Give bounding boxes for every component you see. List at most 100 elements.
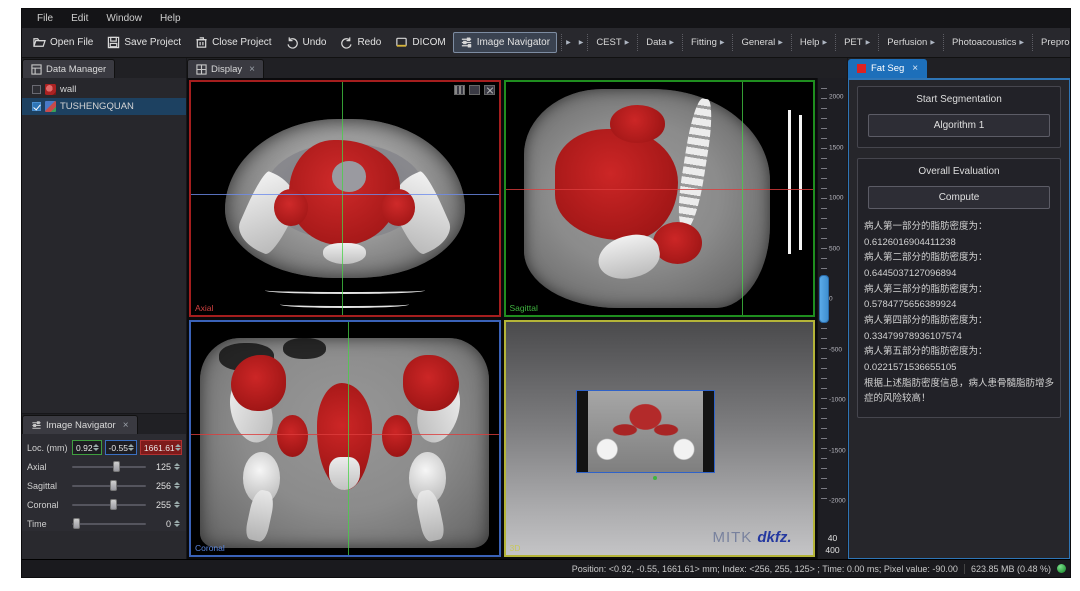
menu-file[interactable]: File — [28, 11, 62, 26]
axial-plane-crosshair[interactable] — [506, 189, 814, 190]
view-menu-fitting[interactable]: Fitting▶ — [687, 34, 729, 51]
menu-edit[interactable]: Edit — [62, 11, 97, 26]
axial-viewport[interactable]: Axial — [189, 80, 501, 317]
color-wheel-arrow-icon[interactable]: ▶ — [579, 39, 584, 46]
spinner-arrows[interactable] — [174, 501, 181, 508]
view-menu-preprocessing[interactable]: Preprocessing▶ — [1037, 34, 1070, 51]
location-row: Loc. (mm) 0.92 -0.55 1661.61 — [27, 438, 181, 457]
toolbar-separator — [943, 34, 944, 51]
result-line: 病人第二部分的脂肪密度为：0.6445037127096894 — [864, 250, 1054, 281]
spinner-arrows[interactable] — [175, 444, 182, 451]
time-slider-label: Time — [27, 519, 69, 529]
tab-data-manager[interactable]: Data Manager — [22, 59, 115, 78]
sagittal-plane-crosshair[interactable] — [348, 322, 349, 555]
overall-evaluation-title: Overall Evaluation — [864, 166, 1054, 186]
spinner-arrows[interactable] — [128, 444, 135, 451]
close-icon[interactable]: × — [249, 64, 255, 75]
data-manager-icon — [31, 64, 42, 75]
main-area: Data Manager wall TUSHENGQUAN — [22, 58, 1070, 559]
spinner-arrows[interactable] — [174, 463, 181, 470]
visibility-checkbox[interactable] — [32, 102, 41, 111]
toolbar-separator — [587, 34, 588, 51]
sagittal-viewport[interactable]: Sagittal — [504, 80, 816, 317]
undo-label: Undo — [303, 37, 327, 48]
viewport-close-icon[interactable] — [484, 85, 495, 95]
level-window-slider[interactable]: 2000 1500 1000 500 0 -500 -1000 -1500 -2… — [817, 78, 847, 559]
display-area: Display × — [187, 58, 847, 559]
overall-evaluation-group: Overall Evaluation Compute 病人第一部分的脂肪密度为：… — [857, 158, 1061, 418]
axial-slider-row: Axial 125 — [27, 457, 181, 476]
chevron-right-icon: ▶ — [822, 39, 827, 46]
loc-y-spinbox[interactable]: -0.55 — [105, 440, 137, 455]
save-project-button[interactable]: Save Project — [100, 32, 188, 53]
tab-fat-seg[interactable]: Fat Seg × — [848, 59, 927, 78]
save-icon — [107, 36, 120, 49]
coronal-slider[interactable] — [72, 498, 146, 511]
redo-label: Redo — [357, 37, 381, 48]
status-bar: Position: <0.92, -0.55, 1661.61> mm; Ind… — [22, 559, 1070, 577]
sagittal-slider[interactable] — [72, 479, 146, 492]
fat-segmentation-overlay — [653, 222, 702, 264]
close-icon[interactable]: × — [912, 63, 918, 74]
redo-button[interactable]: Redo — [333, 32, 388, 53]
view-menu-perfusion[interactable]: Perfusion▶ — [883, 34, 939, 51]
slider-handle[interactable] — [73, 518, 80, 529]
view-menu-cest[interactable]: CEST▶ — [592, 34, 633, 51]
fat-seg-panel: Fat Seg × Start Segmentation Algorithm 1… — [847, 58, 1070, 559]
slider-handle[interactable] — [110, 499, 117, 510]
close-project-label: Close Project — [212, 37, 271, 48]
view-menu-label: Photoacoustics — [952, 37, 1016, 48]
tab-image-navigator[interactable]: Image Navigator × — [22, 415, 138, 434]
toolbar-extension-arrow-icon[interactable]: ▶ — [566, 39, 571, 46]
viewport-grid: Axial Sagittal — [187, 78, 817, 559]
slider-handle[interactable] — [113, 461, 120, 472]
coronal-plane-crosshair[interactable] — [191, 194, 499, 195]
close-project-button[interactable]: Close Project — [188, 32, 278, 53]
algorithm-1-button[interactable]: Algorithm 1 — [868, 114, 1050, 137]
result-line: 病人第四部分的脂肪密度为：0.33479978936107574 — [864, 313, 1054, 344]
close-icon[interactable]: × — [123, 420, 129, 431]
axial-plane-crosshair[interactable] — [191, 434, 499, 435]
level-window-handle[interactable] — [819, 275, 829, 323]
time-slider[interactable] — [72, 517, 146, 530]
threed-viewport-label: 3D — [510, 543, 521, 553]
viewport-menu-icon[interactable] — [454, 85, 465, 95]
view-menu-help[interactable]: Help▶ — [796, 34, 831, 51]
loc-z-spinbox[interactable]: 1661.61 — [140, 440, 182, 455]
sagittal-plane-crosshair[interactable] — [342, 82, 343, 315]
axial-slider[interactable] — [72, 460, 146, 473]
view-menu-label: PET — [844, 37, 862, 48]
view-menu-photoacoustics[interactable]: Photoacoustics▶ — [948, 34, 1028, 51]
start-segmentation-group: Start Segmentation Algorithm 1 — [857, 86, 1061, 148]
tree-node-tushengquan[interactable]: TUSHENGQUAN — [22, 98, 186, 115]
view-menu-pet[interactable]: PET▶ — [840, 34, 874, 51]
threed-viewport[interactable]: MITK dkfz. 3D — [504, 320, 816, 557]
tab-display[interactable]: Display × — [187, 59, 264, 78]
coronal-plane-crosshair[interactable] — [742, 82, 743, 315]
slider-handle[interactable] — [110, 480, 117, 491]
view-menu-data[interactable]: Data▶ — [642, 34, 678, 51]
loc-label: Loc. (mm) — [27, 443, 69, 453]
menu-help[interactable]: Help — [151, 11, 190, 26]
dicom-button[interactable]: DICOM — [388, 32, 452, 53]
tree-node-wall[interactable]: wall — [22, 81, 186, 98]
spinner-arrows[interactable] — [174, 520, 181, 527]
view-menu-general[interactable]: General▶ — [737, 34, 786, 51]
view-menu-label: Data — [646, 37, 666, 48]
viewport-maximize-icon[interactable] — [469, 85, 480, 95]
loc-x-spinbox[interactable]: 0.92 — [72, 440, 102, 455]
compute-button[interactable]: Compute — [868, 186, 1050, 209]
fat-segmentation-overlay — [231, 355, 286, 411]
tick-label: -500 — [829, 346, 842, 353]
open-file-button[interactable]: Open File — [26, 32, 100, 53]
ct-art — [332, 161, 366, 191]
spinner-arrows[interactable] — [174, 482, 181, 489]
undo-button[interactable]: Undo — [279, 32, 334, 53]
visibility-checkbox[interactable] — [32, 85, 41, 94]
coronal-viewport[interactable]: Coronal — [189, 320, 501, 557]
open-file-label: Open File — [50, 37, 93, 48]
menu-window[interactable]: Window — [97, 11, 151, 26]
image-navigator-button[interactable]: Image Navigator — [453, 32, 557, 53]
coronal-slider-label: Coronal — [27, 500, 69, 510]
spinner-arrows[interactable] — [93, 444, 100, 451]
